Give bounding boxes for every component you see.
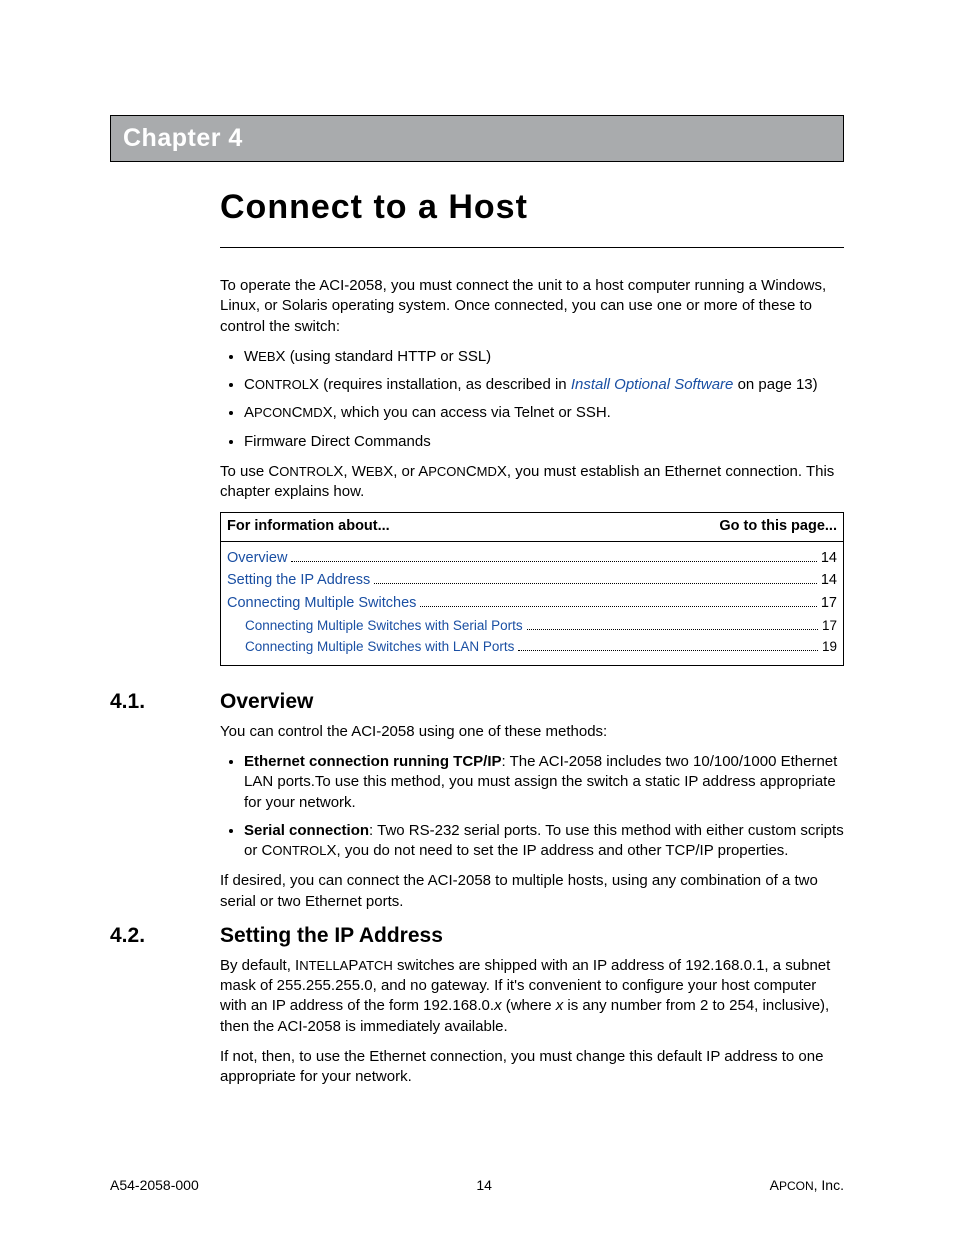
text: A bbox=[244, 404, 254, 421]
footer-page-number: 14 bbox=[476, 1177, 492, 1193]
method-list: Ethernet connection running TCP/IP: The … bbox=[220, 752, 844, 861]
text: (where bbox=[502, 997, 556, 1014]
text-sc: ONTROL bbox=[255, 377, 309, 392]
bold-text: Ethernet connection running TCP/IP bbox=[244, 753, 502, 770]
toc-link[interactable]: Setting the IP Address bbox=[227, 571, 370, 591]
toc-leader-dots bbox=[420, 595, 816, 607]
mini-toc: For information about... Go to this page… bbox=[220, 512, 844, 666]
toc-header: For information about... Go to this page… bbox=[221, 513, 843, 542]
section-number: 4.1. bbox=[110, 690, 220, 714]
page-footer: A54-2058-000 14 APCON, Inc. bbox=[110, 1177, 844, 1193]
toc-page-number: 17 bbox=[822, 617, 837, 635]
toc-row: Overview 14 bbox=[227, 549, 837, 569]
text: X, or A bbox=[383, 463, 428, 480]
intro-paragraph-2: To use CONTROLX, WEBX, or APCONCMDX, you… bbox=[220, 462, 844, 503]
toc-body: Overview 14 Setting the IP Address 14 Connec… bbox=[221, 542, 843, 665]
text: X, W bbox=[333, 463, 366, 480]
paragraph: By default, INTELLAPATCH switches are sh… bbox=[220, 956, 844, 1037]
text: P bbox=[348, 957, 358, 974]
footer-company: APCON, Inc. bbox=[770, 1177, 844, 1193]
text-sc: ONTROL bbox=[272, 843, 326, 858]
list-item: APCONCMDX, which you can access via Teln… bbox=[244, 403, 844, 423]
intro-paragraph: To operate the ACI-2058, you must connec… bbox=[220, 276, 844, 337]
bold-text: Serial connection bbox=[244, 822, 369, 839]
text-sc: PCON bbox=[428, 464, 466, 479]
section-title: Overview bbox=[220, 690, 313, 714]
section-number: 4.2. bbox=[110, 924, 220, 948]
text-sc: EB bbox=[258, 349, 275, 364]
italic-text: x bbox=[494, 997, 502, 1014]
intro-bullet-list: WEBX (using standard HTTP or SSL) CONTRO… bbox=[220, 347, 844, 452]
text-sc: PCON bbox=[254, 405, 292, 420]
text-sc: ATCH bbox=[358, 958, 392, 973]
toc-link[interactable]: Connecting Multiple Switches bbox=[227, 594, 416, 614]
toc-leader-dots bbox=[291, 550, 816, 562]
text-sc: MD bbox=[302, 405, 322, 420]
text: X, you do not need to set the IP address… bbox=[327, 842, 789, 859]
toc-row: Connecting Multiple Switches with LAN Po… bbox=[227, 638, 837, 656]
document-page: Chapter 4 Connect to a Host To operate t… bbox=[0, 0, 954, 1235]
text: C bbox=[466, 463, 477, 480]
paragraph: If not, then, to use the Ethernet connec… bbox=[220, 1047, 844, 1088]
text-sc: MD bbox=[477, 464, 497, 479]
toc-page-number: 19 bbox=[822, 638, 837, 656]
toc-page-number: 14 bbox=[821, 549, 837, 569]
toc-leader-dots bbox=[374, 573, 817, 585]
text-sc: NTELLA bbox=[299, 958, 348, 973]
footer-doc-id: A54-2058-000 bbox=[110, 1177, 199, 1193]
chapter-title: Connect to a Host bbox=[220, 188, 844, 227]
chapter-band: Chapter 4 bbox=[110, 115, 844, 162]
toc-header-left: For information about... bbox=[227, 517, 390, 537]
list-item: Ethernet connection running TCP/IP: The … bbox=[244, 752, 844, 813]
text-sc: EB bbox=[366, 464, 383, 479]
toc-link[interactable]: Connecting Multiple Switches with LAN Po… bbox=[245, 638, 514, 656]
list-item: CONTROLX (requires installation, as desc… bbox=[244, 375, 844, 395]
list-item: Serial connection: Two RS-232 serial por… bbox=[244, 821, 844, 862]
toc-page-number: 14 bbox=[821, 571, 837, 591]
toc-header-right: Go to this page... bbox=[719, 517, 837, 537]
paragraph: You can control the ACI-2058 using one o… bbox=[220, 722, 844, 742]
section-heading-4-2: 4.2. Setting the IP Address bbox=[110, 924, 844, 948]
text: on page 13) bbox=[733, 376, 817, 393]
toc-row: Setting the IP Address 14 bbox=[227, 571, 837, 591]
text: , Inc. bbox=[814, 1177, 844, 1193]
title-rule bbox=[220, 247, 844, 248]
toc-row: Connecting Multiple Switches 17 bbox=[227, 594, 837, 614]
text-sc: ONTROL bbox=[279, 464, 333, 479]
list-item: WEBX (using standard HTTP or SSL) bbox=[244, 347, 844, 367]
toc-link[interactable]: Connecting Multiple Switches with Serial… bbox=[245, 617, 523, 635]
toc-row: Connecting Multiple Switches with Serial… bbox=[227, 617, 837, 635]
text: X (requires installation, as described i… bbox=[309, 376, 571, 393]
toc-page-number: 17 bbox=[821, 594, 837, 614]
toc-leader-dots bbox=[527, 619, 818, 630]
section-heading-4-1: 4.1. Overview bbox=[110, 690, 844, 714]
text: W bbox=[244, 348, 258, 365]
toc-leader-dots bbox=[518, 640, 818, 651]
text: X, which you can access via Telnet or SS… bbox=[323, 404, 611, 421]
paragraph: If desired, you can connect the ACI-2058… bbox=[220, 871, 844, 912]
text: C bbox=[292, 404, 303, 421]
text: To use C bbox=[220, 463, 279, 480]
text: X (using standard HTTP or SSL) bbox=[276, 348, 492, 365]
xref-link[interactable]: Install Optional Software bbox=[571, 376, 734, 393]
section-title: Setting the IP Address bbox=[220, 924, 443, 948]
text: A bbox=[770, 1177, 779, 1193]
list-item: Firmware Direct Commands bbox=[244, 432, 844, 452]
text: By default, I bbox=[220, 957, 299, 974]
section-4-1-body: You can control the ACI-2058 using one o… bbox=[220, 722, 844, 912]
intro-block: To operate the ACI-2058, you must connec… bbox=[220, 276, 844, 666]
toc-link[interactable]: Overview bbox=[227, 549, 287, 569]
text-sc: PCON bbox=[779, 1179, 814, 1193]
section-4-2-body: By default, INTELLAPATCH switches are sh… bbox=[220, 956, 844, 1088]
text: C bbox=[244, 376, 255, 393]
